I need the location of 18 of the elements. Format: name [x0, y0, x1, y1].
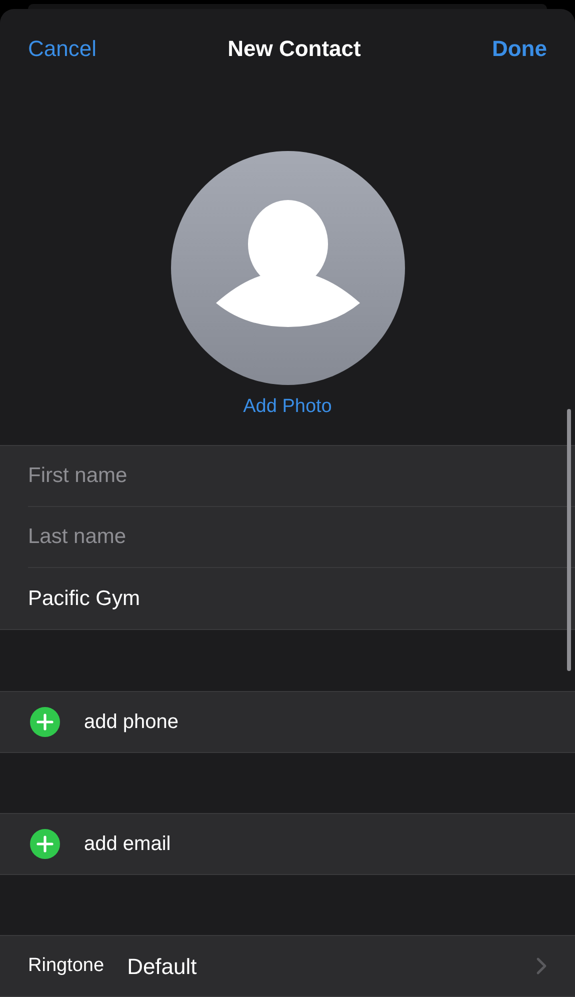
text-field[interactable]: First name — [28, 460, 528, 492]
add-row[interactable]: add email — [0, 813, 575, 875]
add-photo-link[interactable]: Add Photo — [243, 392, 332, 421]
add-row-label: add phone — [84, 710, 179, 735]
avatar[interactable] — [170, 150, 404, 384]
cancel-button[interactable]: Cancel — [28, 32, 96, 65]
done-button[interactable]: Done — [492, 32, 547, 65]
ringtone-row[interactable]: Ringtone Default — [0, 935, 575, 997]
chevron-right-icon — [536, 957, 547, 975]
ringtone-label: Ringtone — [28, 954, 104, 978]
plus-icon — [30, 829, 60, 859]
text-field[interactable]: Pacific Gym — [28, 582, 528, 614]
plus-icon — [30, 707, 60, 737]
add-row[interactable]: add phone — [0, 691, 575, 753]
window-title: New Contact — [228, 35, 361, 63]
text-field[interactable]: Last name — [28, 521, 528, 553]
add-row-label: add email — [84, 832, 171, 857]
ringtone-value: Default — [127, 952, 197, 980]
